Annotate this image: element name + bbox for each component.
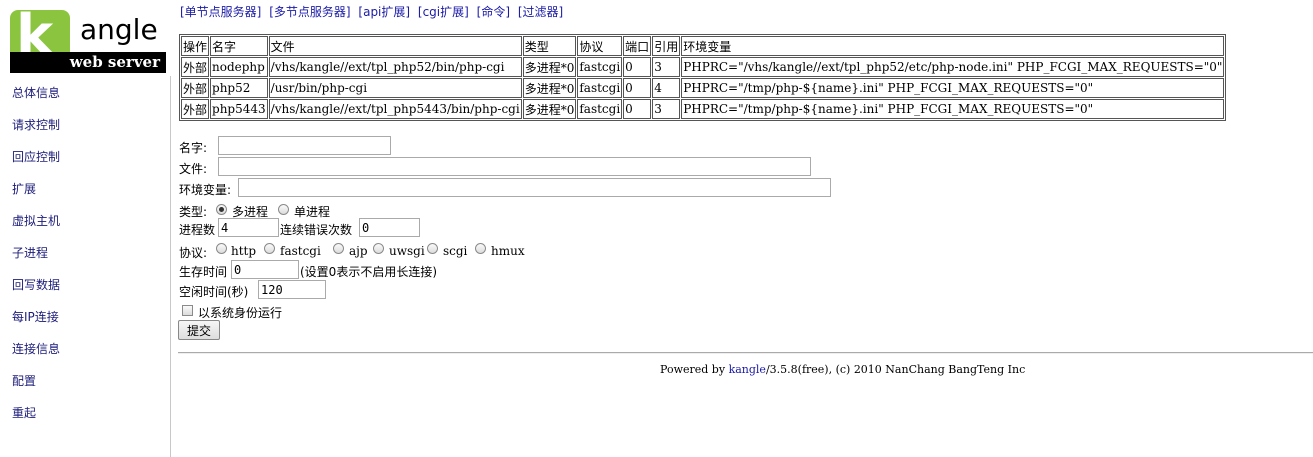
- tab-filter[interactable]: [过滤器]: [518, 5, 563, 19]
- col-header-type: 类型: [522, 36, 577, 56]
- cell-name[interactable]: php52: [210, 78, 268, 98]
- life-hint: (设置0表示不启用长连接): [300, 265, 437, 279]
- cell-protocol: fastcgi: [577, 57, 623, 77]
- cell-refs: 3: [652, 57, 681, 77]
- proto-fastcgi-radio[interactable]: [264, 243, 275, 254]
- sidebar-item-vhost[interactable]: 虚拟主机: [12, 212, 60, 229]
- proto-http-radio[interactable]: [216, 243, 227, 254]
- cell-type: 多进程*0: [522, 99, 577, 119]
- life-label: 生存时间: [179, 265, 228, 279]
- col-header-port: 端口: [623, 36, 652, 56]
- proto-hmux-radio[interactable]: [475, 243, 486, 254]
- env-input[interactable]: [238, 178, 831, 197]
- table-row: 外部 nodephp /vhs/kangle//ext/tpl_php52/bi…: [181, 57, 1225, 77]
- sidebar-item-extension[interactable]: 扩展: [12, 180, 36, 197]
- sidebar-item-overview[interactable]: 总体信息: [12, 84, 60, 101]
- submit-button[interactable]: 提交: [178, 320, 220, 340]
- file-input[interactable]: [218, 157, 811, 176]
- footer: Powered by kangle/3.5.8(free), (c) 2010 …: [660, 363, 1025, 376]
- col-header-file: 文件: [268, 36, 522, 56]
- server-table: 操作 名字 文件 类型 协议 端口 引用 环境变量 外部 nodephp /vh…: [179, 34, 1227, 121]
- cell-port: 0: [623, 99, 652, 119]
- tab-api-extension[interactable]: [api扩展]: [358, 5, 410, 19]
- footer-suffix: /3.5.8(free), (c) 2010 NanChang BangTeng…: [765, 363, 1026, 376]
- cell-type: 多进程*0: [522, 78, 577, 98]
- name-label: 名字:: [179, 141, 208, 155]
- sidebar-item-response[interactable]: 回应控制: [12, 148, 60, 165]
- sidebar-item-config[interactable]: 配置: [12, 372, 36, 389]
- cell-env: PHPRC="/tmp/php-${name}.ini" PHP_FCGI_MA…: [681, 99, 1225, 119]
- col-header-name: 名字: [210, 36, 268, 56]
- tab-command[interactable]: [命令]: [477, 5, 510, 19]
- sidebar-item-subprocess[interactable]: 子进程: [12, 244, 48, 261]
- table-row: 外部 php5443 /vhs/kangle//ext/tpl_php5443/…: [181, 99, 1225, 119]
- proto-hmux-label: hmux: [491, 244, 525, 258]
- sysuser-checkbox[interactable]: [182, 305, 193, 316]
- tab-cgi-extension[interactable]: [cgi扩展]: [418, 5, 469, 19]
- procs-label: 进程数: [179, 223, 216, 237]
- file-label: 文件:: [179, 162, 208, 176]
- sidebar-item-connections[interactable]: 连接信息: [12, 340, 60, 357]
- name-input[interactable]: [218, 136, 391, 155]
- proto-scgi-radio[interactable]: [427, 243, 438, 254]
- col-header-refs: 引用: [652, 36, 681, 56]
- sidebar-nav: 总体信息 请求控制 回应控制 扩展 虚拟主机 子进程 回写数据 每IP连接 连接…: [0, 76, 171, 457]
- sidebar-item-writeback[interactable]: 回写数据: [12, 276, 60, 293]
- idle-input[interactable]: [258, 280, 326, 299]
- cell-file: /usr/bin/php-cgi: [268, 78, 522, 98]
- footer-prefix: Powered by: [660, 363, 729, 376]
- protocol-label: 协议:: [179, 246, 208, 260]
- col-header-protocol: 协议: [577, 36, 623, 56]
- cell-protocol: fastcgi: [577, 99, 623, 119]
- logo-tagline: web server: [69, 53, 160, 71]
- cell-port: 0: [623, 78, 652, 98]
- errors-input[interactable]: [359, 218, 420, 237]
- cell-name[interactable]: php5443: [210, 99, 268, 119]
- type-single-label: 单进程: [294, 205, 331, 219]
- life-input[interactable]: [231, 260, 299, 279]
- divider: [178, 352, 1313, 354]
- type-single-radio[interactable]: [278, 204, 289, 215]
- cell-protocol: fastcgi: [577, 78, 623, 98]
- procs-input[interactable]: [218, 218, 279, 237]
- col-header-env: 环境变量: [681, 36, 1225, 56]
- proto-ajp-label: ajp: [349, 244, 368, 258]
- cell-action[interactable]: 外部: [181, 78, 210, 98]
- kangle-link[interactable]: kangle: [729, 363, 766, 376]
- idle-label: 空闲时间(秒): [179, 285, 249, 299]
- kangle-logo: k angle web server: [10, 6, 166, 73]
- cell-env: PHPRC="/tmp/php-${name}.ini" PHP_FCGI_MA…: [681, 78, 1225, 98]
- sidebar-item-per-ip[interactable]: 每IP连接: [12, 308, 59, 325]
- tab-single-node-server[interactable]: [单节点服务器]: [180, 5, 261, 19]
- cell-file: /vhs/kangle//ext/tpl_php5443/bin/php-cgi: [268, 99, 522, 119]
- cell-refs: 3: [652, 99, 681, 119]
- logo-name: angle: [80, 13, 158, 46]
- cell-type: 多进程*0: [522, 57, 577, 77]
- proto-uwsgi-radio[interactable]: [373, 243, 384, 254]
- table-header-row: 操作 名字 文件 类型 协议 端口 引用 环境变量: [181, 36, 1225, 56]
- cell-file: /vhs/kangle//ext/tpl_php52/bin/php-cgi: [268, 57, 522, 77]
- env-label: 环境变量:: [179, 183, 232, 197]
- cell-action[interactable]: 外部: [181, 99, 210, 119]
- type-multi-radio[interactable]: [216, 204, 227, 215]
- extension-tabs: [单节点服务器] [多节点服务器] [api扩展] [cgi扩展] [命令] […: [180, 3, 567, 20]
- cell-name[interactable]: nodephp: [210, 57, 268, 77]
- proto-scgi-label: scgi: [443, 244, 468, 258]
- sidebar-item-request[interactable]: 请求控制: [12, 116, 60, 133]
- proto-fastcgi-label: fastcgi: [280, 244, 321, 258]
- proto-uwsgi-label: uwsgi: [389, 244, 425, 258]
- type-label: 类型:: [179, 205, 208, 219]
- proto-http-label: http: [231, 244, 257, 258]
- cell-refs: 4: [652, 78, 681, 98]
- cell-action[interactable]: 外部: [181, 57, 210, 77]
- table-row: 外部 php52 /usr/bin/php-cgi 多进程*0 fastcgi …: [181, 78, 1225, 98]
- col-header-action: 操作: [181, 36, 210, 56]
- errors-label: 连续错误次数: [280, 223, 353, 237]
- sidebar-item-restart[interactable]: 重起: [12, 404, 36, 421]
- cell-env: PHPRC="/vhs/kangle//ext/tpl_php52/etc/ph…: [681, 57, 1225, 77]
- tab-multi-node-server[interactable]: [多节点服务器]: [269, 5, 350, 19]
- proto-ajp-radio[interactable]: [333, 243, 344, 254]
- sysuser-label: 以系统身份运行: [198, 306, 283, 320]
- cell-port: 0: [623, 57, 652, 77]
